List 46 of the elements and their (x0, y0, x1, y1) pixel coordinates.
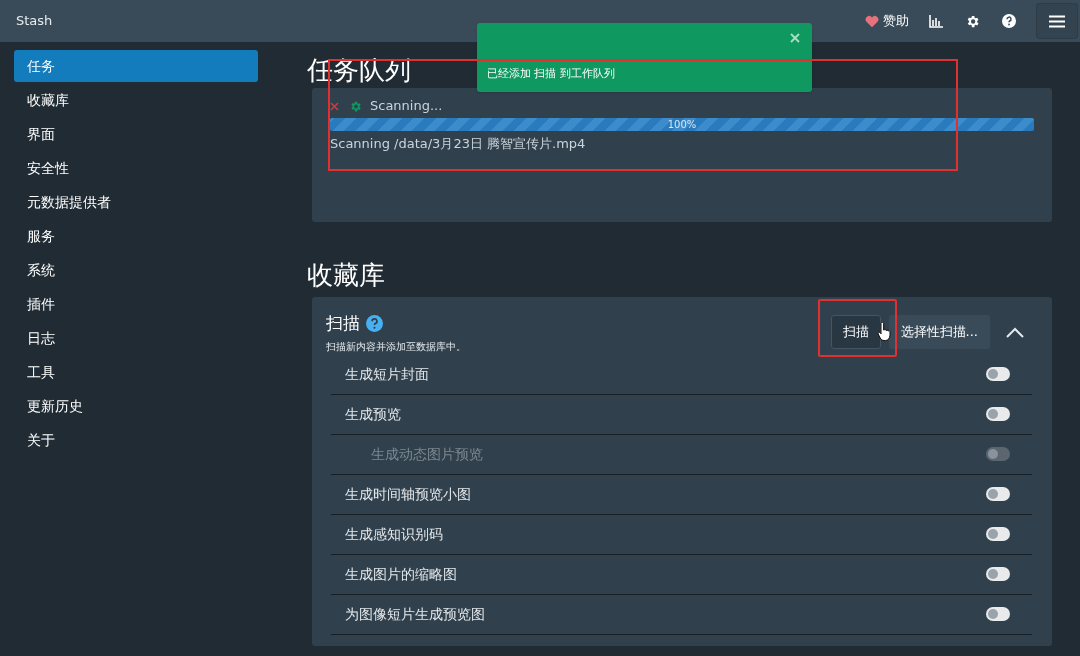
job-detail: Scanning /data/3月23日 腾智宣传片.mp4 (330, 135, 587, 153)
sidebar-item[interactable]: 元数据提供者 (14, 186, 258, 218)
option-label: 生成图片的缩略图 (345, 564, 457, 584)
option-label: 生成预览 (345, 404, 401, 424)
toggle-switch[interactable] (986, 407, 1010, 421)
selective-scan-button[interactable]: 选择性扫描... (888, 315, 990, 349)
toggle-switch[interactable] (986, 527, 1010, 541)
sidebar-item[interactable]: 任务 (14, 50, 258, 82)
pointer-cursor-icon (877, 322, 892, 341)
option-label: 生成感知识别码 (345, 524, 443, 544)
sidebar-item[interactable]: 工具 (14, 356, 258, 388)
sidebar-item[interactable]: 服务 (14, 220, 258, 252)
job-status: Scanning... (370, 97, 443, 116)
option-label: 为图像短片生成预览图 (345, 604, 485, 624)
settings-icon[interactable] (965, 13, 980, 29)
chevron-up-icon (1006, 326, 1024, 338)
menu-button[interactable] (1036, 3, 1078, 39)
menu-icon (1049, 14, 1065, 28)
section-heading: 收藏库 (307, 259, 385, 292)
option-label: 生成时间轴预览小图 (345, 484, 471, 504)
help-icon[interactable] (1002, 14, 1016, 28)
sidebar-item[interactable]: 界面 (14, 118, 258, 150)
option-label: 生成短片封面 (345, 364, 429, 384)
toast-message: 已经添加 扫描 到工作队列 (487, 66, 615, 82)
chart-icon[interactable] (929, 14, 943, 28)
scan-description: 扫描新内容并添加至数据库中。 (326, 339, 466, 354)
toggle-switch[interactable] (986, 567, 1010, 581)
progress-reading: 100% (666, 118, 698, 131)
toggle-switch[interactable] (986, 607, 1010, 621)
sidebar-item[interactable]: 关于 (14, 424, 258, 456)
gear-icon (349, 99, 362, 113)
sidebar-item[interactable]: 安全性 (14, 152, 258, 184)
brand-name[interactable]: Stash (16, 11, 53, 31)
sidebar-item[interactable]: 更新历史 (14, 390, 258, 422)
sidebar-item[interactable]: 日志 (14, 322, 258, 354)
scan-button[interactable]: 扫描 (830, 315, 881, 349)
heart-icon (865, 14, 879, 28)
sidebar-item[interactable]: 系统 (14, 254, 258, 286)
sidebar-item[interactable]: 插件 (14, 288, 258, 320)
toggle-switch[interactable] (986, 487, 1010, 501)
scan-title: 扫描 (326, 312, 360, 335)
option-label: 生成动态图片预览 (371, 444, 483, 464)
toggle-switch[interactable] (986, 367, 1010, 381)
sidebar-item[interactable]: 收藏库 (14, 84, 258, 116)
help-icon[interactable] (366, 315, 383, 333)
donate-link[interactable]: 赞助 (865, 11, 909, 31)
